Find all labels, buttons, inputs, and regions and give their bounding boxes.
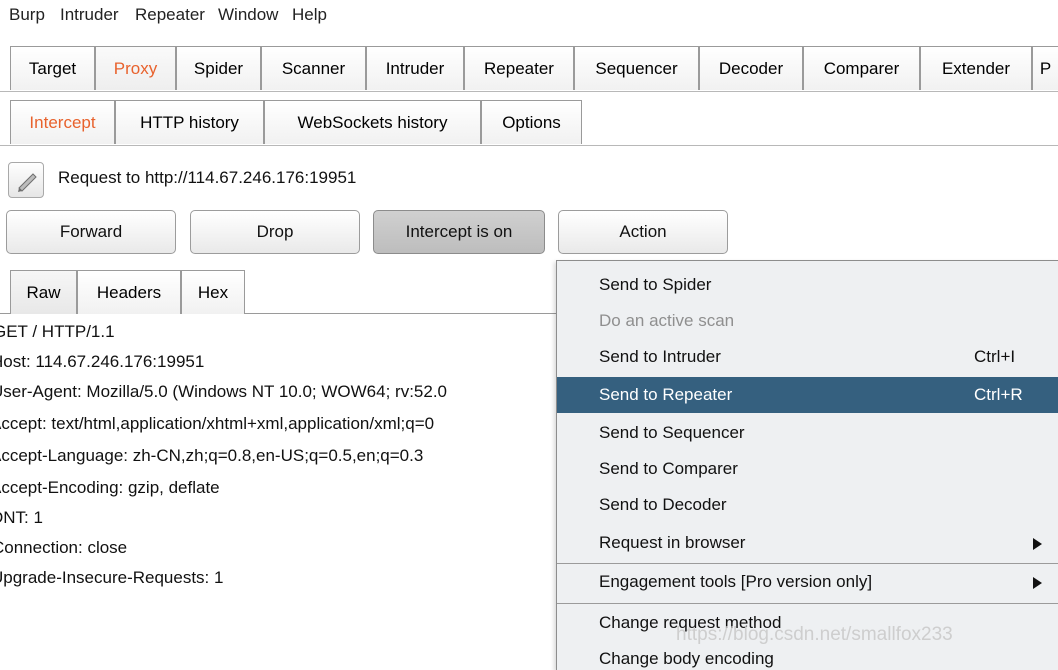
menu-separator [557,603,1058,604]
menu-engagement-tools[interactable]: Engagement tools [Pro version only] [557,564,1058,600]
request-line: User-Agent: Mozilla/5.0 (Windows NT 10.0… [0,382,448,401]
action-context-menu: Send to Spider Do an active scan Send to… [556,260,1058,670]
request-target-label: Request to http://114.67.246.176:19951 [58,168,357,187]
menu-burp[interactable]: Burp [9,4,45,26]
tab-extender[interactable]: Extender [920,46,1032,90]
request-line: Connection: close [0,538,128,557]
tab-raw[interactable]: Raw [10,270,77,314]
intercept-toggle-button[interactable]: Intercept is on [373,210,545,254]
menu-bar: Burp Intruder Repeater Window Help [0,0,1058,38]
shortcut-label: Ctrl+I [974,347,1016,366]
menu-send-to-decoder[interactable]: Send to Decoder [557,487,1058,523]
intercept-button-bar: Forward Drop Intercept is on Action [0,208,1058,258]
pencil-icon [18,173,37,192]
menu-item-label: Send to Intruder [599,347,721,366]
forward-button[interactable]: Forward [6,210,176,254]
tab-hex[interactable]: Hex [181,270,245,314]
tab-http-history[interactable]: HTTP history [115,100,264,144]
request-line: Host: 114.67.246.176:19951 [0,352,205,371]
tab-options[interactable]: Options [481,100,582,144]
menu-repeater[interactable]: Repeater [135,4,205,26]
tab-comparer[interactable]: Comparer [803,46,920,90]
tab-scanner[interactable]: Scanner [261,46,366,90]
main-tab-bar: Target Proxy Spider Scanner Intruder Rep… [0,44,1058,92]
tab-websockets-history[interactable]: WebSockets history [264,100,481,144]
edit-comment-button[interactable] [8,162,44,198]
proxy-sub-tab-bar: Intercept HTTP history WebSockets histor… [0,98,1058,146]
tab-spider[interactable]: Spider [176,46,261,90]
tab-intruder[interactable]: Intruder [366,46,464,90]
menu-item-label: Change body encoding [599,649,774,668]
menu-item-label: Do an active scan [599,311,735,330]
request-info-bar: Request to http://114.67.246.176:19951 [0,156,1058,204]
menu-request-in-browser[interactable]: Request in browser [557,525,1058,561]
menu-item-label: Send to Sequencer [599,423,745,442]
menu-send-to-comparer[interactable]: Send to Comparer [557,451,1058,487]
tab-target[interactable]: Target [10,46,95,90]
tab-p[interactable]: P [1032,46,1058,90]
request-line: Accept: text/html,application/xhtml+xml,… [0,414,435,433]
menu-item-label: Send to Comparer [599,459,738,478]
menu-item-label: Send to Decoder [599,495,727,514]
request-line: Accept-Language: zh-CN,zh;q=0.8,en-US;q=… [0,446,424,465]
menu-send-to-spider[interactable]: Send to Spider [557,267,1058,303]
menu-item-label: Request in browser [599,533,746,552]
menu-item-label: Send to Repeater [599,385,733,404]
menu-send-to-repeater[interactable]: Send to Repeater Ctrl+R [557,377,1058,413]
tab-intercept[interactable]: Intercept [10,100,115,144]
tab-headers[interactable]: Headers [77,270,181,314]
menu-item-label: Send to Spider [599,275,712,294]
tab-decoder[interactable]: Decoder [699,46,803,90]
menu-send-to-intruder[interactable]: Send to Intruder Ctrl+I [557,339,1058,375]
menu-help[interactable]: Help [292,4,327,26]
menu-item-label: Engagement tools [Pro version only] [599,572,873,591]
request-line: Accept-Encoding: gzip, deflate [0,478,220,497]
request-line: GET / HTTP/1.1 [0,322,115,341]
tab-proxy[interactable]: Proxy [95,46,176,90]
menu-send-to-sequencer[interactable]: Send to Sequencer [557,415,1058,451]
menu-intruder[interactable]: Intruder [60,4,119,26]
shortcut-label: Ctrl+R [974,385,1023,404]
drop-button[interactable]: Drop [190,210,360,254]
tab-repeater[interactable]: Repeater [464,46,574,90]
tab-sequencer[interactable]: Sequencer [574,46,699,90]
watermark-text: https://blog.csdn.net/smallfox233 [676,624,953,645]
submenu-arrow-icon [1033,577,1042,589]
request-line: Upgrade-Insecure-Requests: 1 [0,568,224,587]
menu-do-active-scan: Do an active scan [557,303,1058,339]
submenu-arrow-icon [1033,538,1042,550]
action-button[interactable]: Action [558,210,728,254]
request-line: DNT: 1 [0,508,43,527]
menu-window[interactable]: Window [218,4,278,26]
